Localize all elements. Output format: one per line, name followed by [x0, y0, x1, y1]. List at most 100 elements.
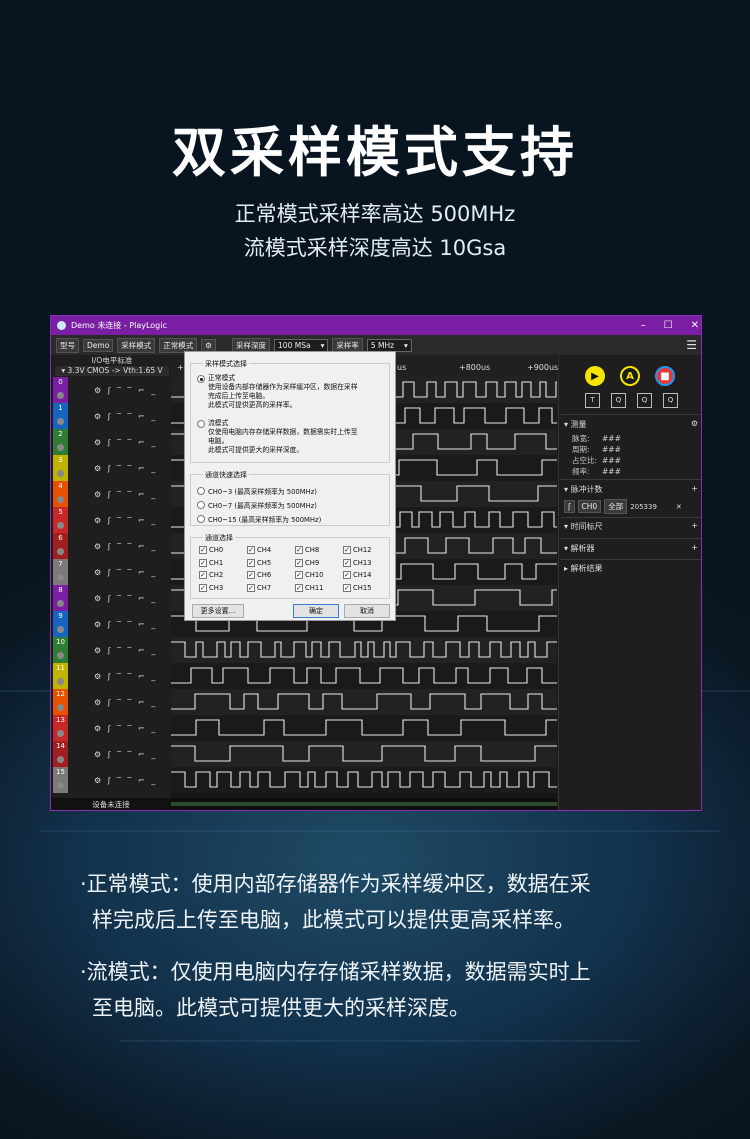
text-tool-icon[interactable]: T [585, 393, 600, 408]
channel-row[interactable]: 1 ⚙ ʃ ‾ ‾ ⌐ _ [53, 403, 171, 429]
close-icon[interactable]: ✕ [691, 320, 699, 331]
channel-row[interactable]: 2 ⚙ ʃ ‾ ‾ ⌐ _ [53, 429, 171, 455]
channel-checkbox[interactable]: ✓ CH0 [199, 546, 223, 554]
channel-row[interactable]: 0 ⚙ ʃ ‾ ‾ ⌐ _ [53, 377, 171, 403]
pulse-range[interactable]: 全部 [604, 499, 628, 514]
channel-checkbox[interactable]: ✓ CH7 [247, 583, 271, 592]
normal-mode-radio[interactable]: 正常模式 使用设备内部存储器作为采样缓冲区，数据在采样 完成后上传至电脑。 此模… [197, 374, 358, 410]
mode-label: 采样模式 [117, 337, 156, 353]
channel-row[interactable]: 9 ⚙ ʃ ‾ ‾ ⌐ _ [53, 611, 171, 637]
zoom-fit-icon[interactable]: Q [611, 393, 626, 408]
channel-checkbox[interactable]: ✓ CH8 [295, 546, 319, 554]
channel-row[interactable]: 4 ⚙ ʃ ‾ ‾ ⌐ _ [53, 481, 171, 507]
scroll-track[interactable] [171, 798, 557, 810]
channel-row[interactable]: 12 ⚙ ʃ ‾ ‾ ⌐ _ [53, 689, 171, 715]
cancel-button[interactable]: 取消 [344, 604, 390, 618]
quick-radio[interactable]: CH0~7 (最高采样频率为 500MHz) [197, 500, 317, 510]
channel-row[interactable]: 10 ⚙ ʃ ‾ ‾ ⌐ _ [53, 637, 171, 663]
channel-trigger-controls[interactable]: ⚙ ʃ ‾ ‾ ⌐ _ [94, 620, 157, 629]
settings-gear-icon[interactable]: ⚙ [201, 338, 217, 352]
quick-label: CH0~7 (最高采样频率为 500MHz) [208, 502, 317, 510]
minimize-icon[interactable]: – [641, 320, 646, 331]
channel-checkbox[interactable]: ✓ CH4 [247, 546, 271, 554]
channel-row[interactable]: 8 ⚙ ʃ ‾ ‾ ⌐ _ [53, 585, 171, 611]
channel-checkbox[interactable]: ✓ CH3 [199, 583, 224, 592]
menu-icon[interactable]: ☰ [686, 338, 697, 352]
zoom-in-icon[interactable]: Q [637, 393, 652, 408]
channel-row[interactable]: 11 ⚙ ʃ ‾ ‾ ⌐ _ [53, 663, 171, 689]
timing-section[interactable]: ▾ 时间标尺 + [564, 521, 700, 532]
channel-trigger-controls[interactable]: ⚙ ʃ ‾ ‾ ⌐ _ [94, 594, 157, 603]
add-icon[interactable]: + [691, 543, 698, 552]
channel-checkbox[interactable]: ✓ CH5 [247, 558, 272, 567]
channel-row[interactable]: 6 ⚙ ʃ ‾ ‾ ⌐ _ [53, 533, 171, 559]
depth-select[interactable]: 100 MSa ▾ [274, 338, 329, 352]
more-settings-button[interactable]: 更多设置... [192, 604, 244, 618]
scroll-bar[interactable] [171, 802, 557, 806]
remove-icon[interactable]: ✕ [676, 503, 682, 511]
quick-radio[interactable]: CH0~15 (最高采样频率为 500MHz) [197, 514, 321, 524]
decoder-section[interactable]: ▾ 解析器 + [564, 543, 700, 554]
channel-checkbox[interactable]: ✓ CH6 [247, 571, 271, 579]
channel-row[interactable]: 13 ⚙ ʃ ‾ ‾ ⌐ _ [53, 715, 171, 741]
channel-checkbox[interactable]: ✓ CH14 [343, 571, 372, 579]
channel-row[interactable]: 15 ⚙ ʃ ‾ ‾ ⌐ _ [53, 767, 171, 793]
channel-checkbox[interactable]: ✓ CH13 [343, 558, 372, 567]
io-level-select[interactable]: ▾ 3.3V CMOS -> Vth:1.65 V [55, 366, 169, 376]
gear-icon[interactable]: ⚙ [691, 419, 698, 428]
zoom-out-icon[interactable]: Q [663, 393, 678, 408]
bg-line [40, 830, 720, 832]
channel-row[interactable]: 5 ⚙ ʃ ‾ ‾ ⌐ _ [53, 507, 171, 533]
channel-trigger-controls[interactable]: ⚙ ʃ ‾ ‾ ⌐ _ [94, 724, 157, 733]
result-title: 解析结果 [570, 564, 603, 573]
quick-radio[interactable]: CH0~3 (最高采样频率为 500MHz) [197, 486, 317, 496]
bullet-stream: ·流模式：仅使用电脑内存存储采样数据，数据需实时上 至电脑。此模式可提供更大的采… [80, 954, 660, 1026]
channel-checkbox[interactable]: ✓ CH10 [295, 571, 324, 579]
result-section[interactable]: ▸ 解析结果 [564, 563, 700, 574]
model-value[interactable]: Demo [83, 338, 114, 352]
channel-trigger-controls[interactable]: ⚙ ʃ ‾ ‾ ⌐ _ [94, 776, 157, 785]
channel-trigger-controls[interactable]: ⚙ ʃ ‾ ‾ ⌐ _ [94, 750, 157, 759]
channel-row[interactable]: 14 ⚙ ʃ ‾ ‾ ⌐ _ [53, 741, 171, 767]
channel-trigger-controls[interactable]: ⚙ ʃ ‾ ‾ ⌐ _ [94, 698, 157, 707]
channel-trigger-controls[interactable]: ⚙ ʃ ‾ ‾ ⌐ _ [94, 490, 157, 499]
title-bar: Demo 未连接 - PlayLogic – ☐ ✕ [51, 316, 701, 335]
run-button[interactable]: ▶ [585, 366, 605, 386]
channel-checkbox[interactable]: ✓ CH11 [295, 583, 324, 592]
channel-trigger-controls[interactable]: ⚙ ʃ ‾ ‾ ⌐ _ [94, 412, 157, 421]
pulse-header[interactable]: ▾ 脉冲计数 [564, 484, 700, 495]
measure-section: ▾ 测量 ⚙ 脉宽: ### 周期: ### 占空比: ### 频率: ### [564, 419, 700, 477]
channel-checkbox-label: CH5 [257, 558, 272, 567]
add-icon[interactable]: + [691, 484, 698, 493]
channel-trigger-controls[interactable]: ⚙ ʃ ‾ ‾ ⌐ _ [94, 516, 157, 525]
ok-button[interactable]: 确定 [293, 604, 339, 618]
stop-button[interactable]: ■ [655, 366, 675, 386]
measure-header[interactable]: ▾ 测量 [564, 419, 700, 430]
channel-trigger-controls[interactable]: ⚙ ʃ ‾ ‾ ⌐ _ [94, 386, 157, 395]
maximize-icon[interactable]: ☐ [664, 320, 673, 331]
channel-number: 4 [53, 481, 68, 507]
channel-trigger-controls[interactable]: ⚙ ʃ ‾ ‾ ⌐ _ [94, 672, 157, 681]
channel-trigger-controls[interactable]: ⚙ ʃ ‾ ‾ ⌐ _ [94, 542, 157, 551]
channel-trigger-controls[interactable]: ⚙ ʃ ‾ ‾ ⌐ _ [94, 646, 157, 655]
channel-checkbox[interactable]: ✓ CH1 [199, 558, 223, 567]
timing-title: 时间标尺 [570, 522, 603, 531]
pulse-channel[interactable]: CH0 [577, 500, 602, 513]
channel-checkbox[interactable]: ✓ CH9 [295, 558, 319, 567]
channel-checkbox-label: CH3 [209, 583, 224, 592]
edge-icon[interactable]: ʃ [564, 500, 575, 513]
channel-trigger-controls[interactable]: ⚙ ʃ ‾ ‾ ⌐ _ [94, 568, 157, 577]
channel-checkbox[interactable]: ✓ CH12 [343, 546, 372, 554]
channel-dot-icon [57, 444, 64, 451]
channel-trigger-controls[interactable]: ⚙ ʃ ‾ ‾ ⌐ _ [94, 438, 157, 447]
stream-mode-radio[interactable]: 流模式 仅使用电脑内存存储采样数据，数据需实时上传至 电脑。 此模式可提供更大的… [197, 419, 358, 455]
channel-row[interactable]: 7 ⚙ ʃ ‾ ‾ ⌐ _ [53, 559, 171, 585]
channel-trigger-controls[interactable]: ⚙ ʃ ‾ ‾ ⌐ _ [94, 464, 157, 473]
auto-button[interactable]: A [620, 366, 640, 386]
add-icon[interactable]: + [691, 521, 698, 530]
channel-number: 6 [53, 533, 68, 559]
channel-checkbox[interactable]: ✓ CH15 [343, 583, 372, 592]
channel-row[interactable]: 3 ⚙ ʃ ‾ ‾ ⌐ _ [53, 455, 171, 481]
rate-select[interactable]: 5 MHz ▾ [366, 338, 412, 352]
channel-checkbox[interactable]: ✓ CH2 [199, 571, 223, 579]
